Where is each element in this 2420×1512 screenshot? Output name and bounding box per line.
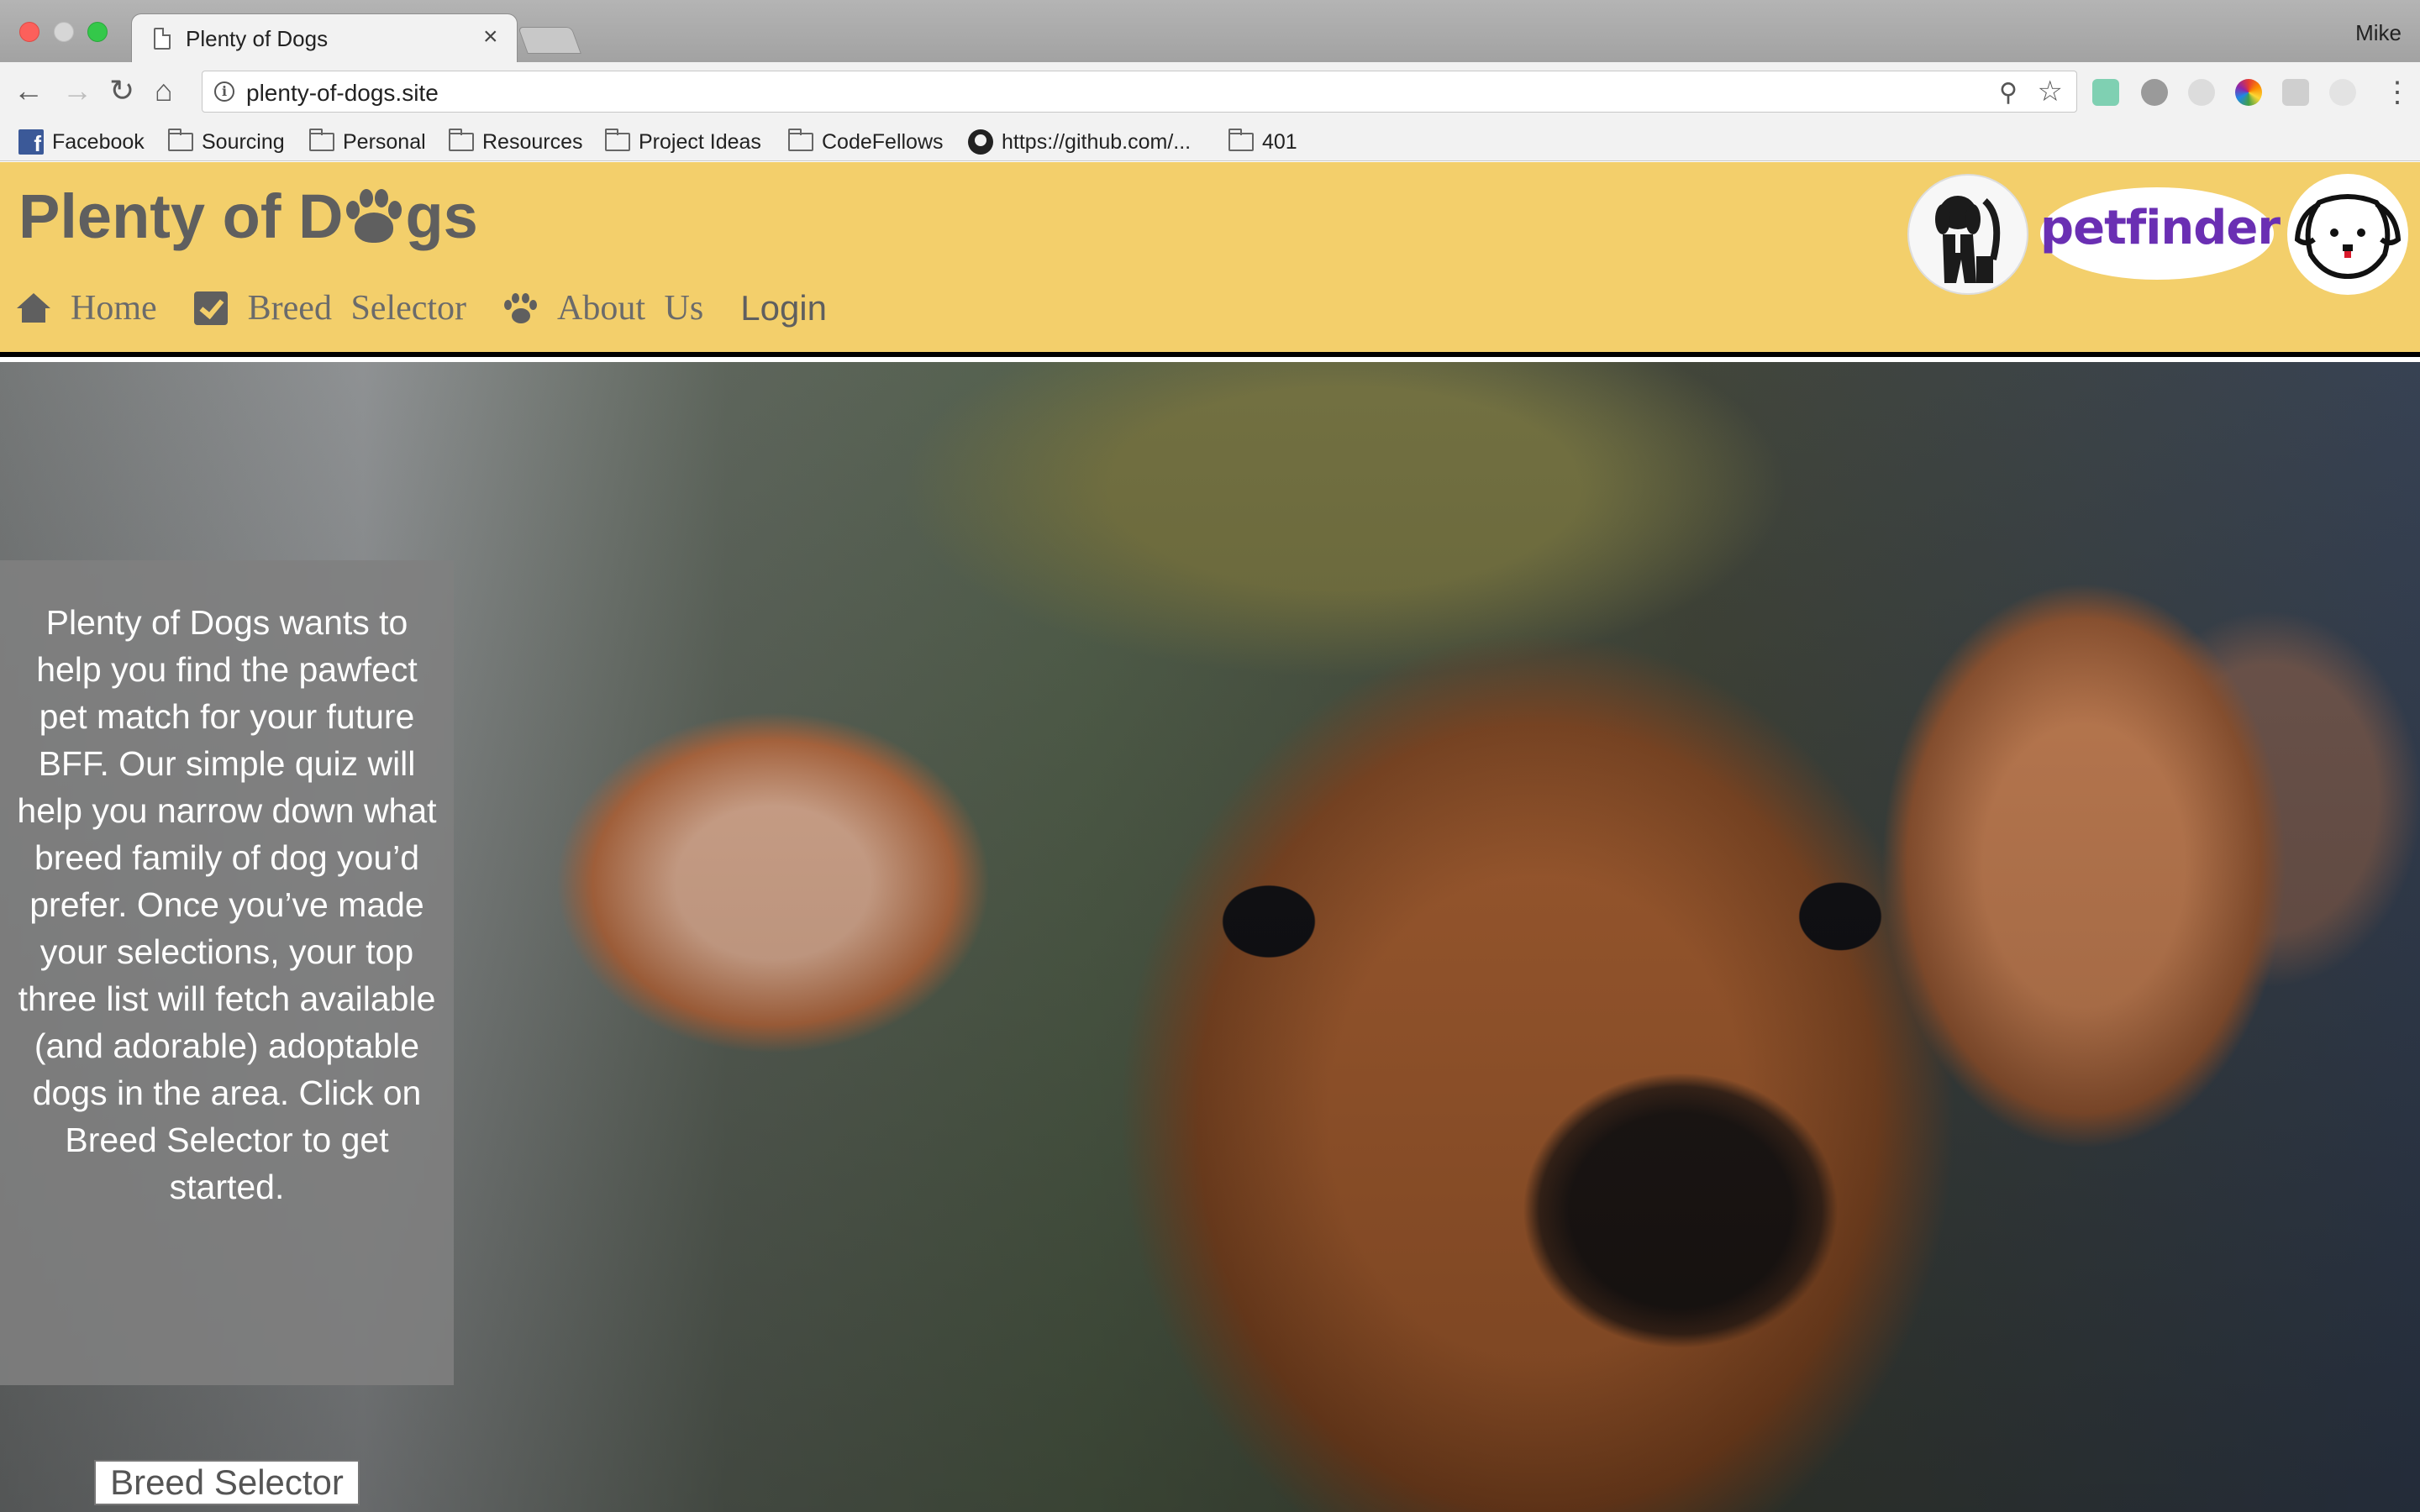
logo-text-start: Plenty of D [18, 181, 344, 251]
folder-icon [168, 129, 193, 151]
petfinder-wordmark: petfinder [2040, 201, 2281, 255]
bookmark-label: https://github.com/... [1002, 129, 1192, 154]
bookmark-label: Facebook [52, 129, 145, 154]
bookmarks-bar: f Facebook Sourcing Personal Resources Pr… [0, 123, 2420, 161]
bookmark-label: Sourcing [202, 129, 285, 154]
browser-toolbar: ← → ↻ ⌂ i plenty-of-dogs.site ⚲ ☆ ⋮ [0, 62, 2420, 123]
nav-home-label: Home [71, 289, 157, 328]
bookmark-label: Project Ideas [639, 129, 761, 154]
address-bar[interactable]: i plenty-of-dogs.site ⚲ ☆ [202, 71, 2077, 113]
web-page: Plenty of D gs Home Breed Selector About… [0, 162, 2420, 1512]
tab-title: Plenty of Dogs [186, 26, 329, 51]
folder-icon [309, 129, 334, 151]
nav-login[interactable]: Login [740, 288, 827, 328]
dog-silhouette-icon [1935, 196, 2001, 283]
bookmark-personal[interactable]: Personal [309, 128, 426, 156]
bookmark-label: CodeFellows [822, 129, 944, 154]
browser-titlebar: Plenty of Dogs × Mike [0, 0, 2420, 62]
bookmark-facebook[interactable]: f Facebook [18, 128, 145, 156]
intro-panel: Plenty of Dogs wants to help you find th… [0, 560, 454, 1385]
window-close-button[interactable] [19, 22, 39, 42]
facebook-icon: f [18, 129, 44, 155]
home-icon[interactable]: ⌂ [155, 74, 173, 108]
paw-print-icon [345, 187, 403, 246]
folder-icon [449, 129, 474, 151]
new-tab-button[interactable] [518, 27, 581, 54]
intro-text: Plenty of Dogs wants to help you find th… [17, 603, 437, 1206]
nav-breed-selector[interactable]: Breed Selector [193, 288, 467, 328]
puppy-face-logo[interactable] [2287, 174, 2408, 295]
puppy-face-icon [2294, 194, 2402, 280]
folder-icon [1228, 129, 1254, 151]
house-icon [17, 293, 50, 323]
github-icon [968, 129, 993, 155]
bookmark-github[interactable]: https://github.com/... [968, 128, 1191, 156]
site-info-icon[interactable]: i [214, 81, 234, 102]
extension-grid-icon[interactable] [2282, 79, 2309, 106]
bookmark-star-icon[interactable]: ☆ [2038, 75, 2063, 108]
bookmark-project-ideas[interactable]: Project Ideas [605, 128, 761, 156]
reload-icon[interactable]: ↻ [109, 74, 134, 108]
browser-menu-icon[interactable]: ⋮ [2383, 77, 2412, 108]
checkbox-icon [193, 291, 228, 325]
extension-color-wheel-icon[interactable] [2235, 79, 2262, 106]
nav-about-us-label: About Us [557, 289, 704, 328]
bookmark-401[interactable]: 401 [1228, 128, 1297, 156]
bookmark-label: 401 [1262, 129, 1297, 154]
forward-arrow-icon[interactable]: → [62, 74, 92, 108]
main-nav: Home Breed Selector About Us Login [17, 288, 827, 328]
paw-icon [503, 291, 538, 325]
back-arrow-icon[interactable]: ← [13, 74, 44, 108]
extension-moon-icon[interactable] [2188, 79, 2215, 106]
extension-circle-icon[interactable] [2329, 79, 2356, 106]
browser-tab-active[interactable]: Plenty of Dogs × [131, 13, 518, 62]
dog-api-logo[interactable] [1907, 174, 2028, 295]
address-url[interactable]: plenty-of-dogs.site [246, 80, 439, 107]
extension-gear-icon[interactable] [2141, 79, 2168, 106]
bookmark-codefellows[interactable]: CodeFellows [788, 128, 944, 156]
window-minimize-button[interactable] [54, 22, 74, 42]
bookmark-label: Personal [343, 129, 426, 154]
folder-icon [605, 129, 630, 151]
extension-audio-icon[interactable] [2092, 79, 2119, 106]
profile-name[interactable]: Mike [2355, 20, 2402, 46]
page-icon [154, 28, 171, 50]
bookmark-sourcing[interactable]: Sourcing [168, 128, 285, 156]
bookmark-label: Resources [482, 129, 583, 154]
breed-selector-button[interactable]: Breed Selector [94, 1460, 360, 1505]
nav-about-us[interactable]: About Us [503, 288, 703, 328]
zoom-icon[interactable]: ⚲ [1999, 78, 2018, 108]
site-header: Plenty of D gs Home Breed Selector About… [0, 162, 2420, 357]
petfinder-logo[interactable]: petfinder [2040, 187, 2281, 280]
tab-close-icon[interactable]: × [483, 23, 498, 51]
nav-home[interactable]: Home [17, 288, 157, 328]
site-logo[interactable]: Plenty of D gs [18, 181, 478, 252]
nav-breed-selector-label: Breed Selector [247, 289, 467, 328]
bookmark-resources[interactable]: Resources [449, 128, 583, 156]
window-maximize-button[interactable] [87, 22, 108, 42]
folder-icon [788, 129, 813, 151]
logo-text-end: gs [405, 181, 478, 251]
